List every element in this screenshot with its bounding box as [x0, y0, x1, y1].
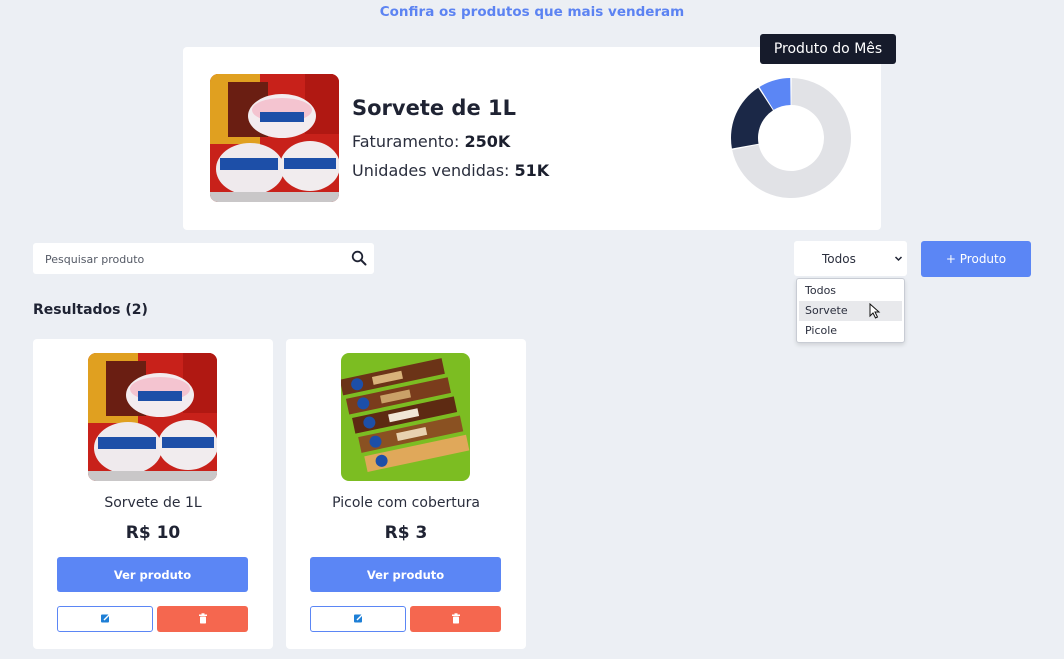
search-icon[interactable] [351, 250, 367, 270]
product-card: Picole com cobertura R$ 3 Ver produto [286, 339, 526, 649]
product-price: R$ 3 [384, 523, 428, 543]
edit-icon [353, 612, 364, 627]
add-product-button[interactable]: + Produto [921, 241, 1031, 277]
featured-product-card: Sorvete de 1L Faturamento: 250K Unidades… [183, 47, 881, 230]
revenue-value: 250K [464, 132, 511, 151]
units-label: Unidades vendidas: [352, 161, 510, 180]
product-name: Picole com cobertura [332, 495, 480, 511]
sales-donut-chart[interactable] [728, 75, 854, 201]
product-image [88, 353, 217, 481]
filter-selected-value: Todos [822, 252, 856, 266]
trash-icon [198, 612, 208, 627]
product-price: R$ 10 [125, 523, 181, 543]
search-input[interactable] [45, 249, 345, 269]
filter-option-picole[interactable]: Picole [799, 321, 902, 341]
edit-icon [100, 612, 111, 627]
trash-icon [451, 612, 461, 627]
view-product-button[interactable]: Ver produto [57, 557, 248, 592]
delete-product-button[interactable] [410, 606, 501, 632]
revenue-label: Faturamento: [352, 132, 460, 151]
top-sellers-link[interactable]: Confira os produtos que mais venderam [0, 4, 1064, 20]
filter-option-todos[interactable]: Todos [799, 281, 902, 301]
product-name: Sorvete de 1L [104, 495, 202, 511]
filter-option-sorvete[interactable]: Sorvete [799, 301, 902, 321]
units-value: 51K [514, 161, 550, 180]
mouse-cursor-icon [869, 302, 881, 323]
featured-product-image [210, 74, 339, 202]
featured-units: Unidades vendidas: 51K [352, 161, 549, 180]
featured-product-name: Sorvete de 1L [352, 96, 517, 120]
edit-product-button[interactable] [57, 606, 153, 632]
category-filter-dropdown: Todos Sorvete Picole [796, 278, 905, 343]
category-filter-select[interactable]: Todos [794, 241, 907, 276]
delete-product-button[interactable] [157, 606, 248, 632]
search-bar [33, 243, 374, 274]
featured-revenue: Faturamento: 250K [352, 132, 510, 151]
product-card: Sorvete de 1L R$ 10 Ver produto [33, 339, 273, 649]
results-count: Resultados (2) [33, 302, 148, 318]
chevron-down-icon [894, 252, 903, 266]
view-product-button[interactable]: Ver produto [310, 557, 501, 592]
product-image [341, 353, 470, 481]
edit-product-button[interactable] [310, 606, 406, 632]
product-of-month-tooltip: Produto do Mês [760, 34, 896, 64]
